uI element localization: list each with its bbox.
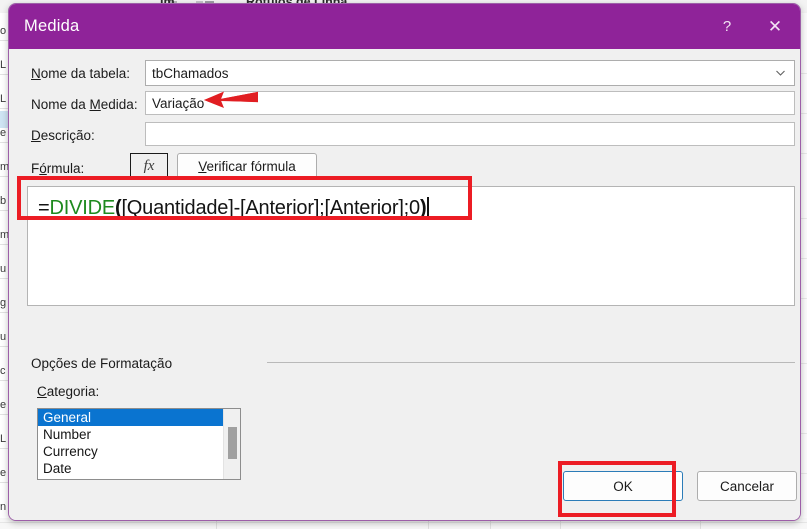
dialog-title-bar: Medida ? ✕ xyxy=(9,4,800,49)
formula-close-paren: ) xyxy=(419,197,427,219)
measure-dialog: Medida ? ✕ Nome da tabela: tbChamados No… xyxy=(8,3,801,521)
formatting-section-title: Opções de Formatação xyxy=(31,356,173,371)
table-name-label-text: ome da tabela: xyxy=(40,66,131,81)
background-right-column xyxy=(800,13,807,518)
description-label: Descrição: xyxy=(31,128,95,143)
measure-name-value: Variação xyxy=(152,95,205,111)
measure-name-input[interactable]: Variação xyxy=(145,91,795,115)
screenshot-root: Im Rótulos de Linha o L L e m b m u g u … xyxy=(0,0,807,529)
category-scrollbar[interactable] xyxy=(223,409,240,479)
text-cursor xyxy=(427,197,429,218)
check-formula-button[interactable]: Verificar fórmula xyxy=(177,153,317,180)
dialog-title: Medida xyxy=(24,17,80,35)
table-name-value: tbChamados xyxy=(152,65,229,81)
category-list-item[interactable]: Currency xyxy=(38,443,240,460)
category-list-item[interactable]: Date xyxy=(38,460,240,477)
scrollbar-thumb[interactable] xyxy=(228,427,237,459)
cancel-button[interactable]: Cancelar xyxy=(697,471,797,501)
help-icon[interactable]: ? xyxy=(704,4,750,49)
formula-equals: = xyxy=(38,197,50,219)
dialog-body: Nome da tabela: tbChamados Nome da Medid… xyxy=(9,49,800,520)
formula-content: =DIVIDE([Quantidade]-[Anterior];[Anterio… xyxy=(38,197,429,220)
measure-name-label: Nome da Medida: xyxy=(31,97,138,112)
fx-button[interactable]: fx xyxy=(130,153,168,180)
formatting-section-divider xyxy=(267,362,795,363)
chevron-down-icon xyxy=(776,70,785,76)
check-formula-label: Verificar fórmula xyxy=(198,159,296,174)
formula-textarea[interactable]: =DIVIDE([Quantidade]-[Anterior];[Anterio… xyxy=(27,186,795,306)
formula-function-name: DIVIDE xyxy=(49,197,115,219)
formula-label: Fórmula: xyxy=(31,161,85,176)
ok-button[interactable]: OK xyxy=(563,471,683,501)
close-icon[interactable]: ✕ xyxy=(750,4,800,49)
description-input[interactable] xyxy=(145,122,795,146)
category-listbox[interactable]: General Number Currency Date xyxy=(37,408,241,480)
category-list-item[interactable]: Number xyxy=(38,426,240,443)
category-label: Categoria: xyxy=(37,384,100,399)
table-name-dropdown[interactable]: tbChamados xyxy=(145,60,795,86)
title-bar-buttons: ? ✕ xyxy=(704,4,800,49)
table-name-label: Nome da tabela: xyxy=(31,66,131,81)
formula-args: [Quantidade]-[Anterior];[Anterior];0 xyxy=(121,197,420,219)
category-list-item[interactable]: General xyxy=(38,409,240,426)
